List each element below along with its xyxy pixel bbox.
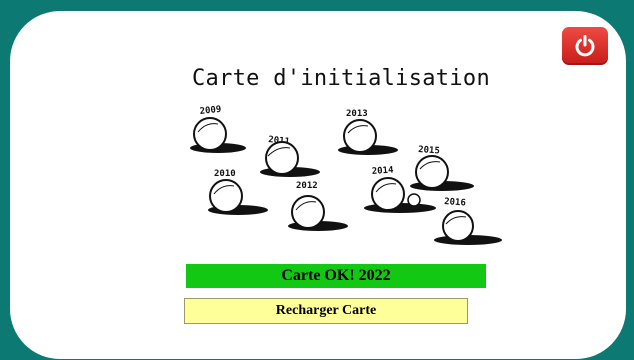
ball-2009: 2009 — [190, 105, 246, 153]
status-ok-banner: Carte OK! 2022 — [186, 264, 486, 288]
reload-card-button[interactable]: Recharger Carte — [184, 298, 468, 324]
page-title: Carte d'initialisation — [192, 66, 490, 91]
reload-card-label: Recharger Carte — [275, 303, 377, 318]
year-label-2012: 2012 — [296, 181, 318, 191]
year-label-2016: 2016 — [444, 197, 466, 208]
status-text: Carte OK! 2022 — [281, 267, 391, 284]
petanque-balls-illustration: 2009 2011 2013 2015 2010 2012 2014 2016 — [190, 105, 502, 245]
year-label-2013: 2013 — [346, 109, 368, 119]
ball-2013: 2013 — [338, 109, 398, 155]
ball-2016: 2016 — [434, 197, 502, 245]
ball-2011: 2011 — [260, 135, 320, 177]
ball-2010: 2010 — [208, 169, 268, 215]
year-label-2010: 2010 — [214, 169, 236, 179]
power-button[interactable] — [562, 27, 608, 65]
year-label-2014: 2014 — [372, 165, 395, 177]
year-label-2009: 2009 — [199, 105, 222, 117]
year-label-2015: 2015 — [418, 145, 440, 156]
ball-2015: 2015 — [410, 145, 474, 191]
app-frame: Carte d'initialisation 2009 2011 2013 20… — [0, 0, 634, 360]
ball-2012: 2012 — [288, 181, 348, 231]
power-icon — [575, 35, 595, 57]
